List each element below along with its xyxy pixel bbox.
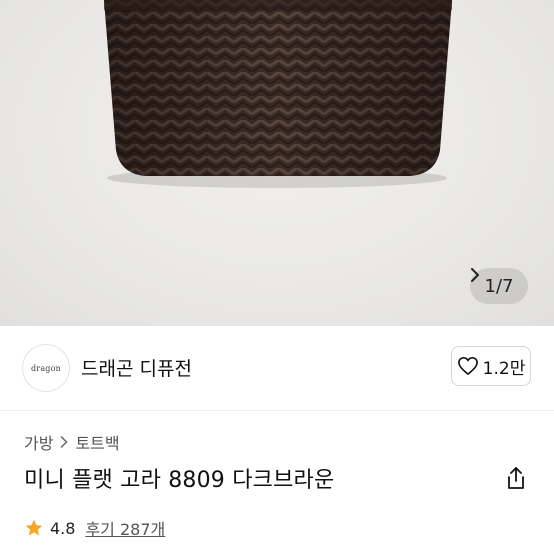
product-image-gallery[interactable]: 1/7 (0, 0, 554, 326)
image-counter[interactable]: 1/7 (470, 268, 528, 304)
breadcrumb: 가방 토트백 (24, 430, 120, 454)
rating-score: 4.8 (50, 518, 76, 538)
heart-outline-icon (457, 357, 478, 375)
breadcrumb-item-tote[interactable]: 토트백 (75, 430, 119, 454)
reviews-link[interactable]: 후기 287개 (85, 516, 165, 540)
brand-logo[interactable]: dragon (22, 344, 70, 392)
image-counter-label: 1/7 (484, 275, 514, 297)
like-button[interactable]: 1.2만 (451, 346, 531, 386)
brand-row: dragon 드래곤 디퓨전 1.2만 (0, 326, 554, 411)
chevron-right-icon (61, 436, 68, 448)
breadcrumb-item-bags[interactable]: 가방 (24, 430, 53, 454)
brand-name[interactable]: 드래곤 디퓨전 (81, 354, 192, 381)
rating-row: 4.8 후기 287개 (24, 516, 165, 540)
chevron-right-icon (471, 268, 479, 282)
share-icon[interactable] (505, 466, 527, 490)
star-filled-icon (25, 519, 43, 536)
like-count: 1.2만 (482, 358, 526, 379)
product-title: 미니 플랫 고라 8809 다크브라운 (24, 468, 335, 493)
brand-logo-text: dragon (30, 363, 61, 373)
